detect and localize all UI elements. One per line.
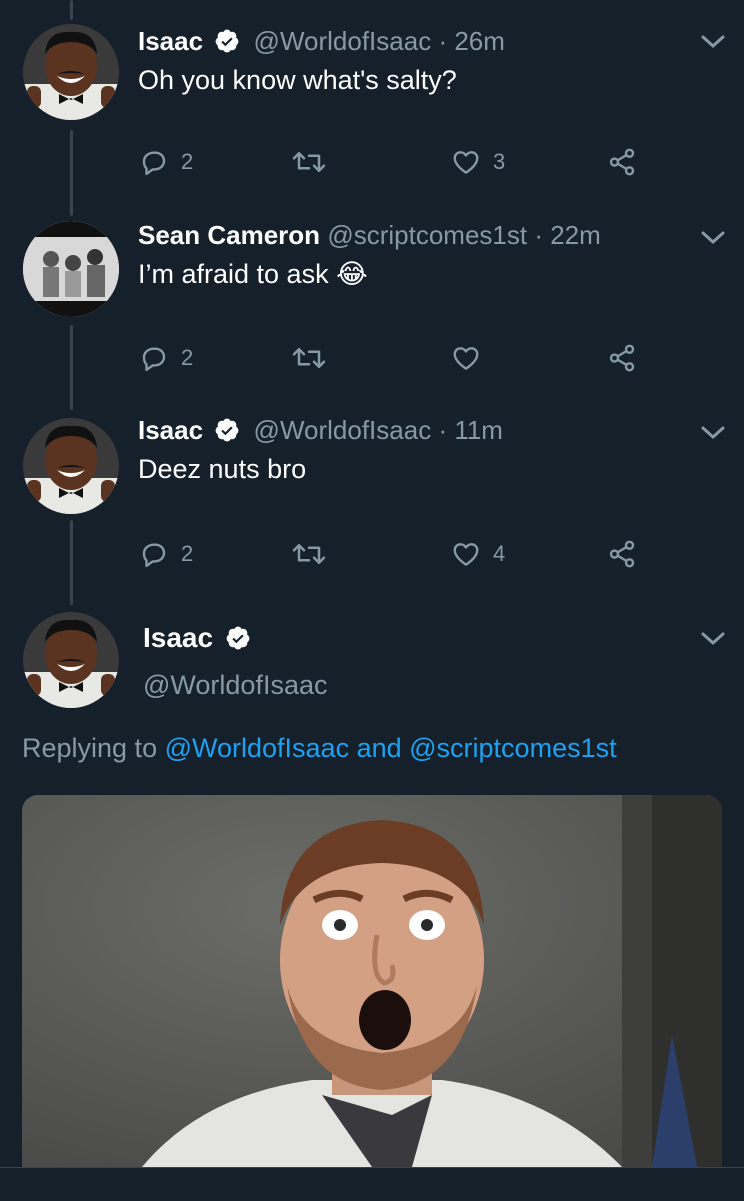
share-icon xyxy=(609,344,635,372)
like-count: 4 xyxy=(493,541,506,566)
reply-button[interactable]: 2 xyxy=(139,539,193,569)
retweet-button[interactable] xyxy=(291,147,339,177)
mention-link[interactable]: @WorldofIsaac xyxy=(165,733,349,763)
timestamp[interactable]: · 26m xyxy=(438,26,504,56)
avatar[interactable] xyxy=(23,221,119,317)
author-handle[interactable]: @scriptcomes1st xyxy=(327,220,527,250)
replying-to-line: Replying to @WorldofIsaac and @scriptcom… xyxy=(22,733,617,764)
retweet-icon xyxy=(292,348,326,368)
media-image[interactable] xyxy=(22,795,722,1167)
reply-icon xyxy=(142,151,166,176)
like-button[interactable]: 4 xyxy=(451,539,505,569)
thread-line xyxy=(70,0,73,20)
retweet-icon xyxy=(292,152,326,172)
author-handle[interactable]: @WorldofIsaac xyxy=(254,415,432,445)
tweet-text: I’m afraid to ask 😂 xyxy=(138,259,368,289)
reply-button[interactable]: 2 xyxy=(139,343,193,373)
author-name[interactable]: Sean Cameron xyxy=(138,220,320,250)
like-icon xyxy=(453,151,479,174)
share-button[interactable] xyxy=(607,539,637,569)
reply-count: 2 xyxy=(181,149,194,174)
share-button[interactable] xyxy=(607,343,637,373)
reply-button[interactable]: 2 xyxy=(139,147,193,177)
timestamp[interactable]: · 22m xyxy=(534,220,600,250)
chevron-down-icon[interactable] xyxy=(700,424,726,442)
bottom-bar xyxy=(0,1167,744,1201)
tweet-header: Sean Cameron @scriptcomes1st · 22m xyxy=(138,220,601,250)
chevron-down-icon[interactable] xyxy=(700,630,726,648)
tweet-text: Deez nuts bro xyxy=(138,454,307,484)
tweet-header: Isaac @WorldofIsaac · 26m xyxy=(138,26,505,56)
author-handle[interactable]: @WorldofIsaac xyxy=(254,26,432,56)
thread-line xyxy=(70,325,73,410)
replying-conjunction: and xyxy=(349,733,410,763)
author-handle[interactable]: @WorldofIsaac xyxy=(143,670,327,701)
like-button[interactable] xyxy=(451,343,493,373)
like-icon xyxy=(453,543,479,566)
tweet-text: Oh you know what's salty? xyxy=(138,65,457,95)
timestamp[interactable]: · 11m xyxy=(438,415,503,445)
share-icon xyxy=(609,540,635,568)
like-button[interactable]: 3 xyxy=(451,147,505,177)
retweet-button[interactable] xyxy=(291,343,339,373)
share-button[interactable] xyxy=(607,147,637,177)
verified-badge-icon xyxy=(215,418,239,442)
reply-count: 2 xyxy=(181,541,194,566)
mention-link[interactable]: @scriptcomes1st xyxy=(409,733,616,763)
retweet-icon xyxy=(292,544,326,564)
share-icon xyxy=(609,148,635,176)
thread-line xyxy=(70,130,73,216)
author-name[interactable]: Isaac xyxy=(143,622,213,653)
verified-badge-icon xyxy=(226,626,250,650)
replying-prefix: Replying to xyxy=(22,733,165,763)
author-name[interactable]: Isaac xyxy=(138,26,203,56)
reply-icon xyxy=(142,543,166,568)
reply-icon xyxy=(142,347,166,372)
avatar[interactable] xyxy=(23,418,119,514)
author-name[interactable]: Isaac xyxy=(138,415,203,445)
like-count: 3 xyxy=(493,149,506,174)
tweet-header: Isaac @WorldofIsaac · 11m xyxy=(138,415,503,445)
thread-line xyxy=(70,520,73,605)
retweet-button[interactable] xyxy=(291,539,339,569)
avatar[interactable] xyxy=(23,24,119,120)
chevron-down-icon[interactable] xyxy=(700,229,726,247)
chevron-down-icon[interactable] xyxy=(700,33,726,51)
like-icon xyxy=(453,347,479,370)
author-name-line: Isaac xyxy=(143,622,257,654)
reply-count: 2 xyxy=(181,345,194,370)
avatar[interactable] xyxy=(23,612,119,708)
verified-badge-icon xyxy=(215,29,239,53)
